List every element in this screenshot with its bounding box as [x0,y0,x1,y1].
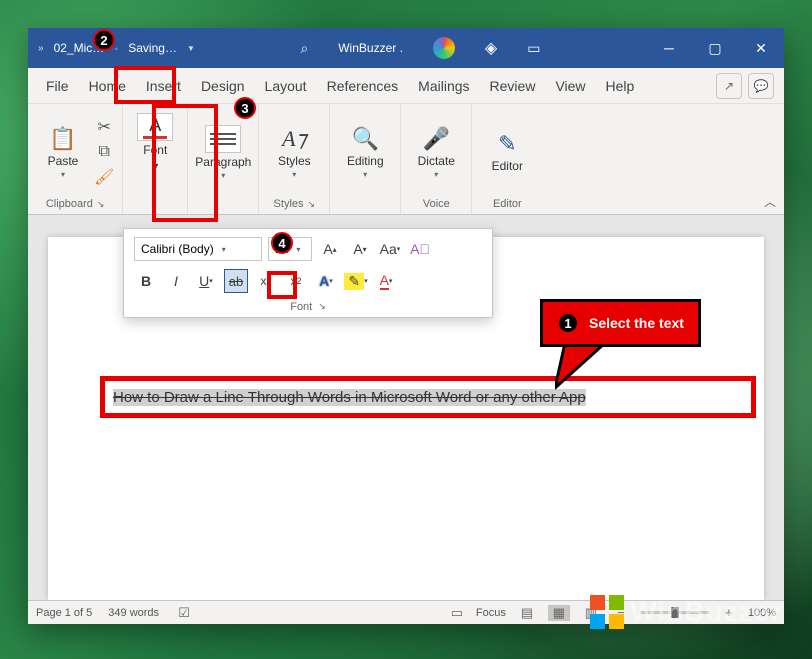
styles-icon: A⁊ [282,126,306,152]
microphone-icon: 🎤 [423,126,450,152]
chevron-down-icon: ▾ [363,170,367,179]
editor-label: Editor [492,159,523,173]
editing-button[interactable]: 🔍 Editing ▾ [338,113,392,191]
font-color-button[interactable]: A▾ [374,269,398,293]
voice-group-label: Voice [423,198,450,210]
dictate-button[interactable]: 🎤 Dictate ▾ [409,113,463,191]
decrease-font-icon[interactable]: A▾ [348,237,372,261]
clipboard-launcher-icon[interactable]: ↘ [97,199,105,210]
search-icon[interactable]: ⌕ [300,40,308,57]
change-case-button[interactable]: Aa▾ [378,237,402,261]
tab-mailings[interactable]: Mailings [410,74,477,98]
cut-icon[interactable]: ✂ [97,117,110,137]
paste-button[interactable]: 📋 Paste ▾ [36,113,90,191]
text-effects-button[interactable]: A▾ [314,269,338,293]
app-mode-icon[interactable]: ▭ [527,40,540,57]
spellcheck-icon[interactable]: ☑ [175,605,193,621]
ribbon: 📋 Paste ▾ ✂ ⧉ 🖌 Clipboard↘ A Font ▾ [28,104,784,215]
editor-icon: ✎ [498,131,516,157]
selected-text-highlight: How to Draw a Line Through Words in Micr… [100,376,756,418]
minimize-button[interactable]: ─ [646,28,692,68]
share-button[interactable]: ↗ [716,73,742,99]
qa-overflow-icon[interactable]: » [38,43,44,54]
editor-group-label: Editor [493,198,522,210]
format-painter-icon[interactable]: 🖌 [94,167,114,187]
clipboard-group-label: Clipboard [46,198,93,210]
annotation-box-home [114,66,176,104]
copy-icon[interactable]: ⧉ [98,143,109,161]
annotation-box-font [152,104,218,222]
watermark-text: WinBuzzer [630,596,782,628]
highlight-button[interactable]: ✎▾ [344,269,368,293]
word-count[interactable]: 349 words [108,607,159,619]
group-styles: A⁊ Styles ▾ Styles ↘ [259,104,330,214]
focus-label[interactable]: Focus [476,607,506,619]
print-layout-icon[interactable]: ▦ [548,605,570,621]
tab-layout[interactable]: Layout [257,74,315,98]
annotation-badge-3: 3 [234,97,256,119]
chevron-down-icon: ▾ [221,171,225,180]
annotation-callout-text: Select the text [589,315,684,331]
selected-text[interactable]: How to Draw a Line Through Words in Micr… [113,389,586,406]
comments-button[interactable]: 💬 [748,73,774,99]
tab-design[interactable]: Design [193,74,253,98]
group-clipboard: 📋 Paste ▾ ✂ ⧉ 🖌 Clipboard ↘ [28,104,123,214]
font-panel-label: Font [290,301,312,313]
annotation-callout-tail [555,343,615,393]
increase-font-icon[interactable]: A▴ [318,237,342,261]
annotation-badge-4: 4 [271,232,293,254]
autosave-dropdown-icon[interactable]: ▼ [187,44,195,53]
close-button[interactable]: ✕ [738,28,784,68]
annotation-badge-1: 1 [557,312,579,334]
editor-button[interactable]: ✎ Editor [480,113,534,191]
editing-label: Editing [347,154,384,168]
group-voice: 🎤 Dictate ▾ Voice [401,104,472,214]
clear-formatting-icon[interactable]: A⃠ [408,237,432,261]
dictate-label: Dictate [418,154,455,168]
brand-name: WinBuzzer . [338,41,403,55]
watermark-logo-icon [590,595,624,629]
font-launcher-icon[interactable]: ↘ [318,301,326,313]
tab-view[interactable]: View [547,74,593,98]
styles-label: Styles [278,154,311,168]
search-icon: 🔍 [352,126,379,152]
italic-button[interactable]: I [164,269,188,293]
styles-launcher-icon[interactable]: ↘ [308,199,316,210]
chevron-down-icon: ▾ [434,170,438,179]
read-mode-icon[interactable]: ▤ [516,605,538,621]
chevron-down-icon: ▾ [292,170,296,179]
premium-icon[interactable]: ◈ [485,38,497,58]
tab-review[interactable]: Review [482,74,544,98]
watermark: WinBuzzer [590,595,782,629]
underline-button[interactable]: U▾ [194,269,218,293]
titlebar: » 02_Mic… - Saving… ▼ ⌕ WinBuzzer . ◈ ▭ … [28,28,784,68]
tab-help[interactable]: Help [598,74,643,98]
styles-group-label: Styles [274,198,304,210]
chevron-down-icon: ▾ [61,170,65,179]
annotation-box-strike [267,271,297,299]
font-name-select[interactable]: Calibri (Body)▾ [134,237,262,261]
save-status: Saving… [128,41,177,55]
annotation-badge-2: 2 [93,29,115,51]
annotation-callout-1: 1 Select the text [540,299,701,347]
tab-references[interactable]: References [319,74,407,98]
strikethrough-button[interactable]: ab [224,269,248,293]
group-editing: 🔍 Editing ▾ [330,104,401,214]
group-editor: ✎ Editor Editor [472,104,542,214]
font-mini-toolbar: Calibri (Body)▾ 12▾ A▴ A▾ Aa▾ A⃠ B I U▾ … [123,228,493,318]
user-avatar[interactable] [433,37,455,59]
collapse-ribbon-icon[interactable]: ︿ [764,193,776,210]
maximize-button[interactable]: ▢ [692,28,738,68]
clipboard-icon: 📋 [49,126,76,152]
paste-label: Paste [48,154,79,168]
page-indicator[interactable]: Page 1 of 5 [36,607,92,619]
styles-button[interactable]: A⁊ Styles ▾ [267,113,321,191]
tab-file[interactable]: File [38,74,77,98]
focus-icon[interactable]: ▭ [448,605,466,621]
bold-button[interactable]: B [134,269,158,293]
